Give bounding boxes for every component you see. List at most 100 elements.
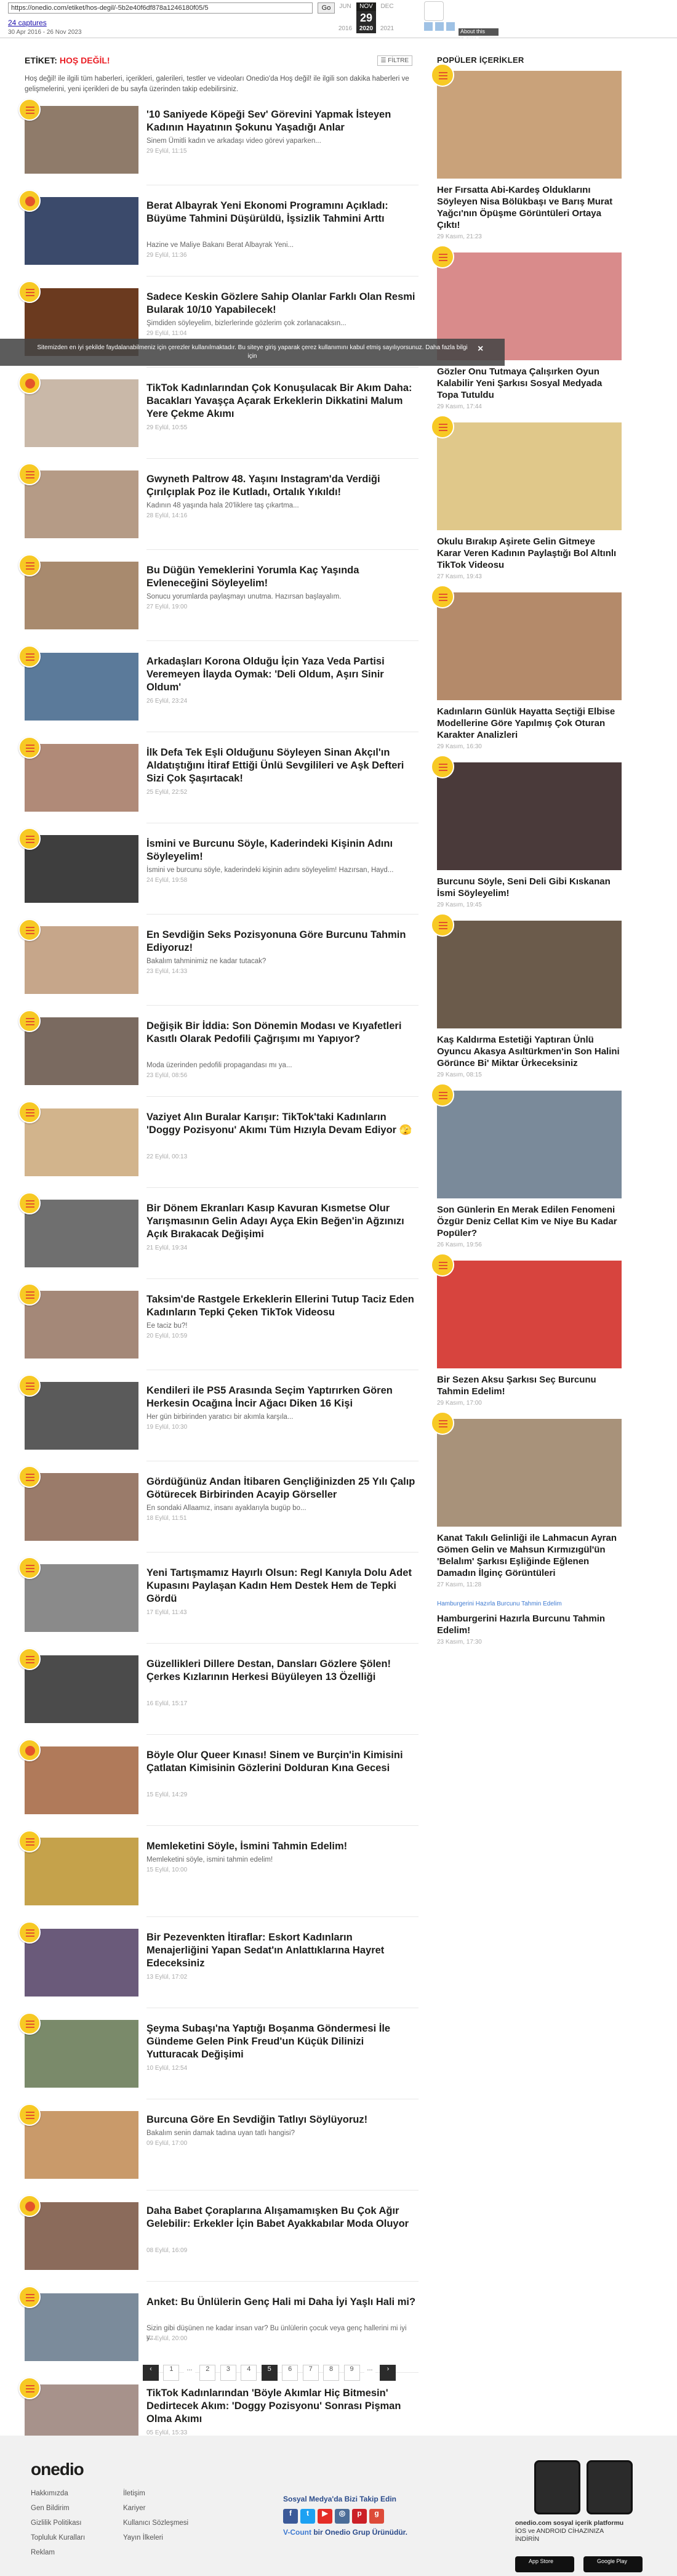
article-title[interactable]: TikTok Kadınlarından 'Böyle Akımlar Hiç … bbox=[146, 2387, 417, 2426]
pagination-page-2[interactable]: 2 bbox=[199, 2365, 216, 2381]
article-thumbnail[interactable] bbox=[25, 835, 138, 903]
footer-link[interactable]: Reklam bbox=[31, 2545, 85, 2560]
article-title[interactable]: Sadece Keskin Gözlere Sahip Olanlar Fark… bbox=[146, 291, 417, 317]
article-card[interactable]: Vaziyet Alın Buralar Karışır: TikTok'tak… bbox=[18, 1101, 419, 1200]
article-thumbnail[interactable] bbox=[25, 1564, 138, 1632]
article-card[interactable]: Gwyneth Paltrow 48. Yaşını Instagram'da … bbox=[18, 463, 419, 562]
article-thumbnail[interactable] bbox=[25, 1838, 138, 1905]
article-title[interactable]: Anket: Bu Ünlülerin Genç Hali mi Daha İy… bbox=[146, 2296, 417, 2309]
article-thumbnail[interactable] bbox=[25, 2293, 138, 2361]
article-card[interactable]: Bir Pezevenkten İtiraflar: Eskort Kadınl… bbox=[18, 1921, 419, 2020]
popular-item[interactable]: Her Fırsatta Abi-Kardeş Olduklarını Söyl… bbox=[431, 63, 622, 240]
popular-item[interactable]: Kanat Takılı Gelinliği ile Lahmacun Ayra… bbox=[431, 1411, 622, 1588]
popular-item[interactable]: Son Günlerin En Merak Edilen Fenomeni Öz… bbox=[431, 1083, 622, 1248]
article-thumbnail[interactable] bbox=[25, 379, 138, 447]
popular-thumbnail[interactable] bbox=[437, 1419, 622, 1527]
popular-title[interactable]: Kaş Kaldırma Estetiği Yaptıran Ünlü Oyun… bbox=[437, 1034, 622, 1069]
pagination-page-1[interactable]: 1 bbox=[163, 2365, 180, 2381]
twitter-icon[interactable]: t bbox=[300, 2509, 315, 2524]
pagination-page-9[interactable]: 9 bbox=[343, 2365, 360, 2381]
pagination-prev-button[interactable]: ‹ bbox=[143, 2365, 159, 2381]
popular-title[interactable]: Okulu Bırakıp Aşirete Gelin Gitmeye Kara… bbox=[437, 536, 622, 571]
googleplus-icon[interactable]: g bbox=[369, 2509, 384, 2524]
article-card[interactable]: '10 Saniyede Köpeği Sev' Görevini Yapmak… bbox=[18, 99, 419, 197]
article-title[interactable]: Yeni Tartışmamız Hayırlı Olsun: Regl Kan… bbox=[146, 1567, 417, 1605]
footer-link[interactable]: Topluluk Kuralları bbox=[31, 2530, 85, 2545]
wayback-year-prev[interactable]: 2016 bbox=[335, 25, 355, 33]
article-card[interactable]: Böyle Olur Queer Kınası! Sinem ve Burçin… bbox=[18, 1739, 419, 1838]
article-card[interactable]: Güzellikleri Dillere Destan, Dansları Gö… bbox=[18, 1648, 419, 1746]
article-card[interactable]: Burcuna Göre En Sevdiğin Tatlıyı Söylüyo… bbox=[18, 2104, 419, 2202]
article-thumbnail[interactable] bbox=[25, 1108, 138, 1176]
twitter-share-icon[interactable] bbox=[435, 22, 444, 31]
facebook-share-icon[interactable] bbox=[424, 22, 433, 31]
footer-link[interactable]: Gizlilik Politikası bbox=[31, 2516, 85, 2530]
wayback-about-capture[interactable]: About this capture bbox=[459, 28, 499, 41]
popular-thumbnail[interactable] bbox=[437, 592, 622, 700]
article-card[interactable]: Memleketini Söyle, İsmini Tahmin Edelim!… bbox=[18, 1830, 419, 1929]
footer-link[interactable]: Yayın İlkeleri bbox=[123, 2530, 188, 2545]
wayback-go-button[interactable]: Go bbox=[318, 2, 335, 14]
article-thumbnail[interactable] bbox=[25, 2202, 138, 2270]
pagination-page-5-current[interactable]: 5 bbox=[261, 2365, 278, 2381]
article-thumbnail[interactable] bbox=[25, 470, 138, 538]
article-title[interactable]: Vaziyet Alın Buralar Karışır: TikTok'tak… bbox=[146, 1111, 417, 1137]
article-card[interactable]: Daha Babet Çoraplarına Alışamamışken Bu … bbox=[18, 2195, 419, 2293]
appstore-button[interactable]: App Store bbox=[515, 2556, 574, 2572]
article-card[interactable]: Yeni Tartışmamız Hayırlı Olsun: Regl Kan… bbox=[18, 1557, 419, 1655]
article-card[interactable]: İlk Defa Tek Eşli Olduğunu Söyleyen Sina… bbox=[18, 737, 419, 835]
article-thumbnail[interactable] bbox=[25, 197, 138, 265]
article-title[interactable]: Bu Düğün Yemeklerini Yorumla Kaç Yaşında… bbox=[146, 564, 417, 590]
article-thumbnail[interactable] bbox=[25, 2111, 138, 2179]
footer-link[interactable]: Kullanıcı Sözleşmesi bbox=[123, 2516, 188, 2530]
article-thumbnail[interactable] bbox=[25, 1473, 138, 1541]
popular-thumbnail[interactable] bbox=[437, 71, 622, 179]
article-thumbnail[interactable] bbox=[25, 1655, 138, 1723]
wayback-next-col[interactable]: DEC 2021 bbox=[377, 2, 397, 33]
article-title[interactable]: Taksim'de Rastgele Erkeklerin Ellerini T… bbox=[146, 1293, 417, 1319]
article-card[interactable]: İsmini ve Burcunu Söyle, Kaderindeki Kiş… bbox=[18, 828, 419, 926]
article-title[interactable]: Güzellikleri Dillere Destan, Dansları Gö… bbox=[146, 1658, 417, 1684]
filter-button[interactable]: ☰ FİLTRE bbox=[377, 55, 412, 66]
article-card[interactable]: Değişik Bir İddia: Son Dönemin Modası ve… bbox=[18, 1010, 419, 1108]
article-title[interactable]: İsmini ve Burcunu Söyle, Kaderindeki Kiş… bbox=[146, 838, 417, 863]
article-title[interactable]: Böyle Olur Queer Kınası! Sinem ve Burçin… bbox=[146, 1749, 417, 1775]
article-thumbnail[interactable] bbox=[25, 744, 138, 812]
article-title[interactable]: En Sevdiğin Seks Pozisyonuna Göre Burcun… bbox=[146, 929, 417, 955]
popular-title[interactable]: Hamburgerini Hazırla Burcunu Tahmin Edel… bbox=[437, 1613, 622, 1636]
popular-thumbnail[interactable] bbox=[437, 1091, 622, 1198]
wayback-prev-col[interactable]: JUN 2016 bbox=[335, 2, 355, 33]
pagination-page-4[interactable]: 4 bbox=[241, 2365, 257, 2381]
article-title[interactable]: Gwyneth Paltrow 48. Yaşını Instagram'da … bbox=[146, 473, 417, 499]
pagination-page-3[interactable]: 3 bbox=[220, 2365, 236, 2381]
facebook-icon[interactable]: f bbox=[283, 2509, 298, 2524]
googleplay-button[interactable]: Google Play bbox=[583, 2556, 643, 2572]
article-title[interactable]: Memleketini Söyle, İsmini Tahmin Edelim! bbox=[146, 1840, 417, 1853]
article-card[interactable]: Şeyma Subaşı'na Yaptığı Boşanma Gönderme… bbox=[18, 2013, 419, 2111]
pinterest-icon[interactable]: p bbox=[352, 2509, 367, 2524]
article-card[interactable]: Berat Albayrak Yeni Ekonomi Programını A… bbox=[18, 190, 419, 288]
article-thumbnail[interactable] bbox=[25, 1017, 138, 1085]
pagination-page-7[interactable]: 7 bbox=[302, 2365, 319, 2381]
article-title[interactable]: Gördüğünüz Andan İtibaren Gençliğinizden… bbox=[146, 1476, 417, 1501]
article-title[interactable]: Berat Albayrak Yeni Ekonomi Programını A… bbox=[146, 200, 417, 225]
popular-item[interactable]: Gözler Onu Tutmaya Çalışırken Oyun Kalab… bbox=[431, 245, 622, 410]
popular-title[interactable]: Burcunu Söyle, Seni Deli Gibi Kıskanan İ… bbox=[437, 876, 622, 899]
popular-title[interactable]: Gözler Onu Tutmaya Çalışırken Oyun Kalab… bbox=[437, 366, 622, 401]
wayback-year-next[interactable]: 2021 bbox=[377, 25, 397, 33]
article-card[interactable]: Arkadaşları Korona Olduğu İçin Yaza Veda… bbox=[18, 645, 419, 744]
wayback-month-prev[interactable]: JUN bbox=[335, 2, 355, 11]
article-title[interactable]: Bir Pezevenkten İtiraflar: Eskort Kadınl… bbox=[146, 1931, 417, 1970]
popular-item[interactable]: Kaş Kaldırma Estetiği Yaptıran Ünlü Oyun… bbox=[431, 913, 622, 1078]
vcount-link[interactable]: V-Count bbox=[283, 2528, 311, 2537]
popular-title[interactable]: Her Fırsatta Abi-Kardeş Olduklarını Söyl… bbox=[437, 184, 622, 231]
article-title[interactable]: Değişik Bir İddia: Son Dönemin Modası ve… bbox=[146, 1020, 417, 1046]
popular-item[interactable]: Okulu Bırakıp Aşirete Gelin Gitmeye Kara… bbox=[431, 415, 622, 580]
article-thumbnail[interactable] bbox=[25, 1746, 138, 1814]
article-thumbnail[interactable] bbox=[25, 1929, 138, 1997]
article-title[interactable]: Bir Dönem Ekranları Kasıp Kavuran Kısmet… bbox=[146, 1202, 417, 1241]
wayback-url-input[interactable]: https://onedio.com/etiket/hos-degil/-5b2… bbox=[8, 2, 313, 14]
article-title[interactable]: TikTok Kadınlarından Çok Konuşulacak Bir… bbox=[146, 382, 417, 421]
popular-title[interactable]: Kanat Takılı Gelinliği ile Lahmacun Ayra… bbox=[437, 1532, 622, 1579]
pagination-page-8[interactable]: 8 bbox=[323, 2365, 340, 2381]
